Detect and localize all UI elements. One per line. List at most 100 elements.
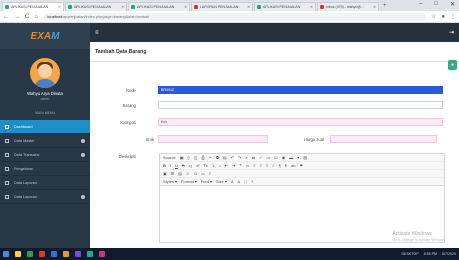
close-tab-icon[interactable]: ✕: [373, 5, 376, 9]
new-tab-button[interactable]: +: [383, 2, 387, 11]
copy-icon[interactable]: ⧉: [216, 155, 219, 160]
size-dropdown[interactable]: Size ▾: [216, 179, 227, 184]
harga-jual-field[interactable]: [330, 135, 437, 143]
close-tab-icon[interactable]: ✕: [184, 5, 187, 9]
checkbox-icon[interactable]: ☑: [274, 155, 278, 160]
outdent-button[interactable]: ⇤: [225, 163, 228, 168]
align-left-button[interactable]: ≡: [253, 163, 255, 168]
back-icon[interactable]: ←: [3, 14, 9, 20]
page-break-icon[interactable]: ▭: [201, 171, 205, 176]
cut-icon[interactable]: ✂: [209, 155, 212, 160]
kode-field[interactable]: BR0012: [158, 86, 443, 94]
anchor-icon[interactable]: ⚑: [299, 163, 303, 168]
spellcheck-icon[interactable]: ✓: [259, 155, 262, 160]
maximize-icon[interactable]: ⛶: [244, 179, 247, 184]
align-center-button[interactable]: ≡: [260, 163, 262, 168]
indent-button[interactable]: ⇥: [232, 163, 235, 168]
replace-icon[interactable]: ⇄: [252, 155, 255, 160]
language-button[interactable]: ab: [291, 163, 295, 168]
hamburger-menu-icon[interactable]: ≡: [95, 30, 99, 36]
sidebar-item-pengeluaran[interactable]: Pengeluran: [0, 162, 90, 176]
remove-format-button[interactable]: Tx: [203, 163, 207, 168]
bullet-list-button[interactable]: •: [219, 163, 220, 168]
barang-field[interactable]: [158, 101, 443, 109]
sidebar-item-data-transaksi[interactable]: Data Transaksi: [0, 148, 90, 162]
browser-tab[interactable]: APLIKASI PENJUALAN ✕: [254, 2, 316, 11]
image-icon[interactable]: ▨: [303, 155, 307, 160]
url-input[interactable]: localhost/aplpenjualan/index.php/page=ba…: [42, 12, 426, 21]
browser-tab[interactable]: APLIKASI PENJUALAN ✕: [65, 2, 127, 11]
close-tab-icon[interactable]: ✕: [247, 5, 250, 9]
paste-icon[interactable]: ▤: [223, 155, 227, 160]
maximize-button[interactable]: □: [434, 1, 438, 8]
table-icon[interactable]: ⊞: [171, 171, 174, 176]
forward-icon[interactable]: →: [14, 14, 20, 20]
strike-button[interactable]: S: [182, 163, 185, 168]
print-icon[interactable]: ⎙: [201, 155, 204, 160]
font-dropdown[interactable]: Font ▾: [201, 179, 212, 184]
app-icon[interactable]: [39, 251, 45, 257]
find-icon[interactable]: ⌕: [245, 155, 247, 160]
preview-icon[interactable]: ◫: [194, 155, 198, 160]
special-char-icon[interactable]: Ω: [194, 171, 197, 176]
browser-tab[interactable]: LAPORAN PENJUALAN ✕: [191, 2, 253, 11]
align-right-button[interactable]: ≡: [266, 163, 268, 168]
close-tab-icon[interactable]: ✕: [310, 5, 313, 9]
app-icon[interactable]: [75, 251, 81, 257]
home-icon[interactable]: ⌂: [34, 14, 38, 20]
app-icon[interactable]: [51, 251, 57, 257]
profile-icon[interactable]: ●: [441, 14, 445, 20]
underline-button[interactable]: U: [175, 163, 178, 168]
div-button[interactable]: ▭: [246, 163, 250, 168]
italic-button[interactable]: I: [170, 163, 171, 168]
help-fab-button[interactable]: ●: [448, 60, 457, 70]
stok-field[interactable]: [158, 135, 268, 143]
file-explorer-icon[interactable]: [15, 251, 21, 257]
form-icon[interactable]: ▭: [266, 155, 270, 160]
browser-tab[interactable]: APLIKASI PENJUALAN ✕: [2, 2, 64, 11]
close-window-button[interactable]: ✕: [450, 1, 455, 8]
bold-button[interactable]: B: [163, 163, 166, 168]
kategori-select[interactable]: Kch: [158, 118, 443, 126]
text-color-button[interactable]: A: [231, 179, 234, 184]
source-button[interactable]: Source: [163, 155, 176, 160]
redo-icon[interactable]: ↷: [238, 155, 241, 160]
numbered-list-button[interactable]: 1.: [212, 163, 215, 168]
subscript-button[interactable]: x₂: [189, 163, 193, 168]
undo-icon[interactable]: ↶: [231, 155, 234, 160]
help-icon[interactable]: ?: [251, 179, 253, 184]
reload-icon[interactable]: C: [25, 14, 29, 20]
close-tab-icon[interactable]: ✕: [58, 5, 61, 9]
format-dropdown[interactable]: Format ▾: [181, 179, 197, 184]
blockquote-button[interactable]: ❝: [239, 163, 241, 168]
chrome-icon[interactable]: [27, 251, 33, 257]
radio-icon[interactable]: ◉: [282, 155, 286, 160]
justify-button[interactable]: ≡: [272, 163, 274, 168]
app-icon[interactable]: [87, 251, 93, 257]
insert-image-icon[interactable]: ▣: [163, 171, 167, 176]
smiley-icon[interactable]: ☺: [186, 171, 190, 176]
minimize-button[interactable]: –: [419, 1, 422, 8]
save-icon[interactable]: ▣: [180, 155, 184, 160]
browser-tab[interactable]: Inbox (470) - mahyu@... ✕: [317, 2, 379, 11]
sidebar-item-data-master[interactable]: Data Master: [0, 134, 90, 148]
logout-icon[interactable]: ⇥: [449, 29, 454, 36]
browser-tab[interactable]: APLIKASI PENJUALAN ✕: [128, 2, 190, 11]
sidebar-item-dashboard[interactable]: Dashboard: [0, 120, 90, 134]
superscript-button[interactable]: x²: [196, 163, 199, 168]
ltr-button[interactable]: ¶: [279, 163, 281, 168]
select-icon[interactable]: ▾: [297, 155, 299, 160]
windows-start-icon[interactable]: [3, 251, 9, 257]
star-icon[interactable]: ☆: [431, 13, 436, 20]
app-icon[interactable]: [63, 251, 69, 257]
rtl-button[interactable]: ¶: [285, 163, 287, 168]
textfield-icon[interactable]: ▬: [289, 155, 293, 160]
styles-dropdown[interactable]: Styles ▾: [163, 179, 177, 184]
new-page-icon[interactable]: ▯: [187, 155, 189, 160]
browser-menu-icon[interactable]: ⋮: [450, 13, 456, 20]
sidebar-item-data-laporan[interactable]: Data Laporan: [0, 176, 90, 190]
sidebar-item-data-laporan-2[interactable]: Data Laporan: [0, 190, 90, 204]
rich-text-editor[interactable]: Source ▣ ▯ ◫ ⎙ ✂ ⧉ ▤ ↶ ↷ ⌕ ⇄ ✓ ▭ ☑ ◉ ▬ ▾…: [159, 153, 445, 243]
app-icon[interactable]: [99, 251, 105, 257]
bg-color-button[interactable]: A: [238, 179, 241, 184]
